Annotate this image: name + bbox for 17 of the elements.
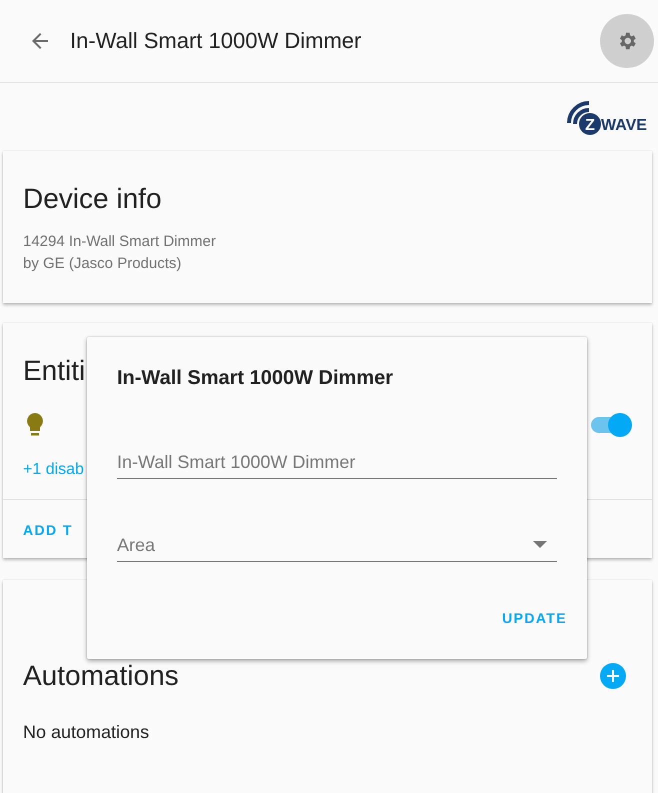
settings-button[interactable] [600,14,654,68]
area-field[interactable]: Area [117,534,533,556]
empty-message: No automations [23,722,150,743]
plus-icon [606,669,620,683]
add-automation-button[interactable] [600,663,626,689]
card-title: Device info [23,183,162,215]
name-field[interactable]: In-Wall Smart 1000W Dimmer [117,452,557,472]
device-detail: 14294 In-Wall Smart Dimmer [23,232,217,252]
page-title: In-Wall Smart 1000W Dimmer [70,28,362,54]
dropdown-caret-icon[interactable] [533,541,547,549]
card-title: Entiti [23,355,86,387]
dialog-title: In-Wall Smart 1000W Dimmer [117,367,394,390]
device-detail: by GE (Jasco Products) [23,254,182,274]
add-button[interactable]: ADD T [23,522,73,538]
zwave-logo: Z WAVE [566,97,652,137]
update-button[interactable]: UPDATE [502,610,567,626]
card-title: Automations [23,660,179,692]
